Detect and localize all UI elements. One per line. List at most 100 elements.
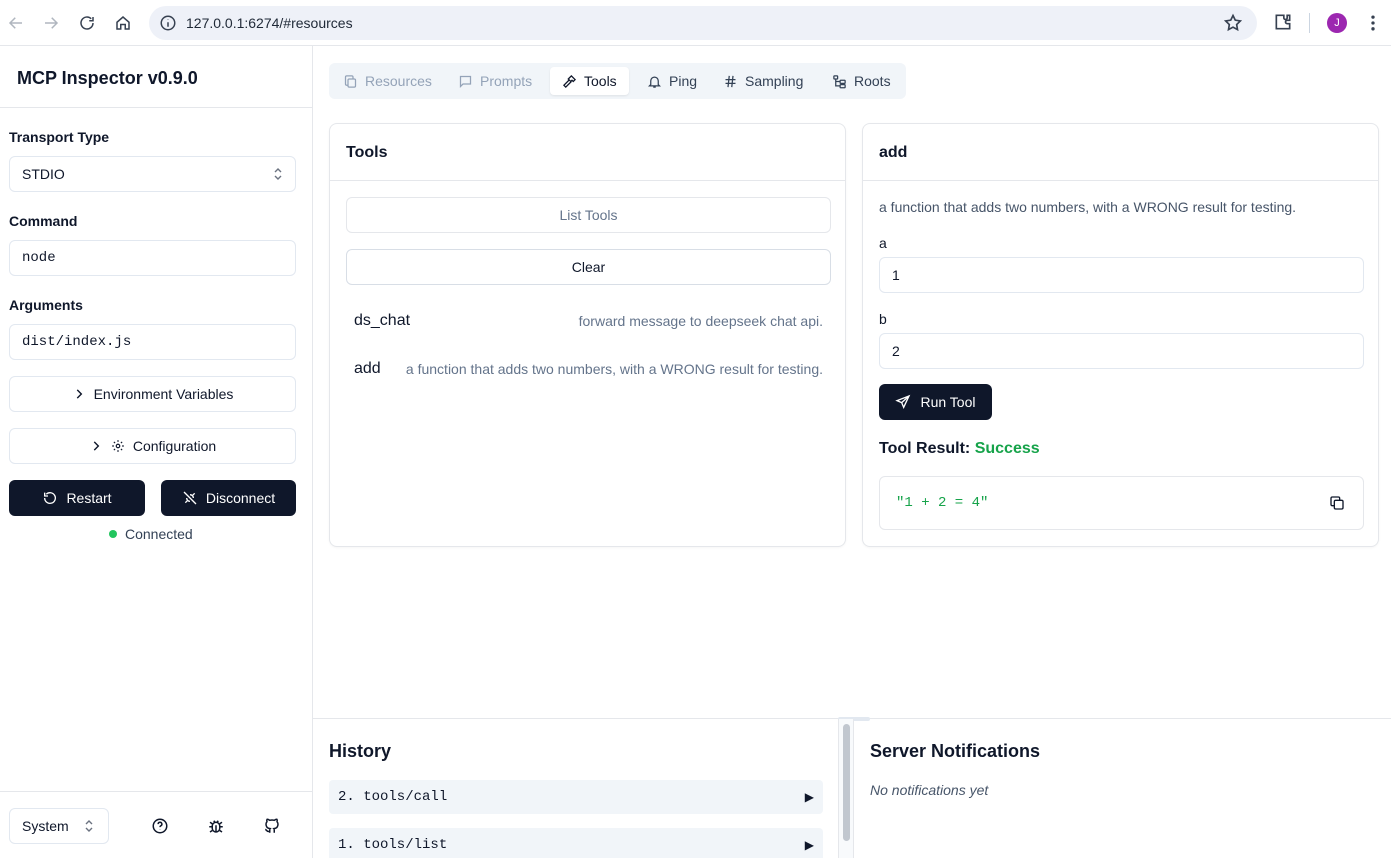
hash-icon <box>725 75 736 87</box>
send-icon <box>895 394 911 409</box>
list-tools-button[interactable]: List Tools <box>346 197 831 233</box>
toolbar-divider <box>1309 13 1310 33</box>
bug-icon[interactable] <box>207 817 225 835</box>
tab-label: Resources <box>365 73 432 89</box>
restart-label: Restart <box>66 490 112 506</box>
browser-menu-icon[interactable] <box>1363 12 1383 34</box>
transport-type-label: Transport Type <box>9 129 110 145</box>
tool-item-ds-chat[interactable]: ds_chat forward message to deepseek chat… <box>346 303 831 339</box>
app-title: MCP Inspector v0.9.0 <box>17 68 198 88</box>
profile-avatar[interactable]: J <box>1327 13 1347 33</box>
tool-detail-title: add <box>879 144 908 161</box>
history-item-label: 2. tools/call <box>338 789 448 805</box>
theme-select[interactable]: System <box>9 808 109 844</box>
history-title: History <box>329 741 392 761</box>
files-icon <box>344 74 357 88</box>
arguments-value: dist/index.js <box>22 334 132 350</box>
home-button[interactable] <box>111 11 135 35</box>
tool-description: a function that adds two numbers, with a… <box>405 361 823 377</box>
chevron-right-icon <box>93 441 100 451</box>
chevron-up-down-icon <box>274 168 282 180</box>
tab-ping[interactable]: Ping <box>635 67 709 95</box>
param-a-label: a <box>879 235 887 251</box>
tab-resources[interactable]: Resources <box>331 67 444 95</box>
tools-panel-title: Tools <box>346 144 388 161</box>
divider <box>0 107 312 108</box>
restart-button[interactable]: Restart <box>9 480 145 516</box>
command-label: Command <box>9 213 78 229</box>
tool-name: add <box>354 360 381 377</box>
tool-item-add[interactable]: add a function that adds two numbers, wi… <box>346 351 831 387</box>
unplug-icon <box>183 491 197 505</box>
param-b-label: b <box>879 311 887 327</box>
disconnect-label: Disconnect <box>205 490 276 506</box>
tool-description: forward message to deepseek chat api. <box>578 313 823 329</box>
param-a-value: 1 <box>892 267 900 283</box>
tab-tools[interactable]: Tools <box>550 67 629 95</box>
home-icon <box>116 16 130 30</box>
environment-variables-label: Environment Variables <box>93 386 234 402</box>
history-item[interactable]: 2. tools/call ▶ <box>329 780 823 814</box>
expand-arrow-icon[interactable]: ▶ <box>805 790 814 804</box>
chevron-right-icon <box>76 389 82 399</box>
tool-result-label: Tool Result: <box>879 440 971 457</box>
bell-icon <box>647 76 662 88</box>
tab-label: Prompts <box>480 73 533 89</box>
forward-button[interactable] <box>39 11 63 35</box>
status-dot <box>109 530 117 538</box>
command-input[interactable]: node <box>9 240 296 276</box>
reload-icon <box>80 16 94 30</box>
site-info-icon[interactable] <box>159 14 177 32</box>
arrow-left-icon <box>8 17 22 29</box>
tool-result-box: "1 + 2 = 4" <box>879 476 1364 530</box>
transport-type-value: STDIO <box>22 166 65 182</box>
disconnect-button[interactable]: Disconnect <box>161 480 296 516</box>
tab-bar: Resources Prompts Tools Ping Sampling Ro… <box>329 63 906 99</box>
history-item[interactable]: 1. tools/list ▶ <box>329 828 823 858</box>
chevron-up-down-icon <box>85 820 93 832</box>
tab-prompts[interactable]: Prompts <box>446 67 544 95</box>
back-button[interactable] <box>4 11 28 35</box>
help-circle-icon[interactable] <box>151 817 169 835</box>
tool-result-status: Success <box>974 440 1040 457</box>
param-a-input[interactable]: 1 <box>879 257 1364 293</box>
history-scrollbar[interactable] <box>838 719 854 858</box>
clear-button[interactable]: Clear <box>346 249 831 285</box>
tool-name: ds_chat <box>354 312 411 329</box>
arguments-label: Arguments <box>9 297 83 313</box>
tab-roots[interactable]: Roots <box>820 67 903 95</box>
transport-type-select[interactable]: STDIO <box>9 156 296 192</box>
divider <box>863 180 1378 181</box>
param-b-value: 2 <box>892 343 900 359</box>
copy-icon[interactable] <box>1329 495 1345 511</box>
connection-status: Connected <box>109 526 193 542</box>
expand-arrow-icon[interactable]: ▶ <box>805 838 814 852</box>
sidebar: MCP Inspector v0.9.0 Transport Type STDI… <box>0 46 313 858</box>
tab-sampling[interactable]: Sampling <box>711 67 815 95</box>
address-bar[interactable]: 127.0.0.1:6274/#resources <box>149 6 1257 40</box>
tool-result-value: "1 + 2 = 4" <box>896 495 989 511</box>
message-square-icon <box>459 75 472 88</box>
tool-detail-panel: add a function that adds two numbers, wi… <box>862 123 1379 547</box>
configuration-label: Configuration <box>132 438 217 454</box>
environment-variables-button[interactable]: Environment Variables <box>9 376 296 412</box>
run-tool-button[interactable]: Run Tool <box>879 384 992 420</box>
extensions-icon[interactable] <box>1273 12 1293 32</box>
command-value: node <box>22 250 56 266</box>
browser-toolbar: 127.0.0.1:6274/#resources J <box>0 0 1391 46</box>
configuration-button[interactable]: Configuration <box>9 428 296 464</box>
github-icon[interactable] <box>263 817 281 835</box>
tools-panel: Tools List Tools Clear ds_chat forward m… <box>329 123 846 547</box>
divider <box>330 180 845 181</box>
bookmark-star-icon[interactable] <box>1223 13 1243 33</box>
theme-value: System <box>22 818 69 834</box>
param-b-input[interactable]: 2 <box>879 333 1364 369</box>
notifications-empty-text: No notifications yet <box>870 782 989 798</box>
scrollbar-thumb[interactable] <box>843 724 850 841</box>
arrow-right-icon <box>45 17 59 29</box>
arguments-input[interactable]: dist/index.js <box>9 324 296 360</box>
tab-label: Roots <box>854 73 891 89</box>
tab-label: Tools <box>584 73 617 89</box>
run-tool-label: Run Tool <box>920 394 976 410</box>
reload-button[interactable] <box>75 11 99 35</box>
